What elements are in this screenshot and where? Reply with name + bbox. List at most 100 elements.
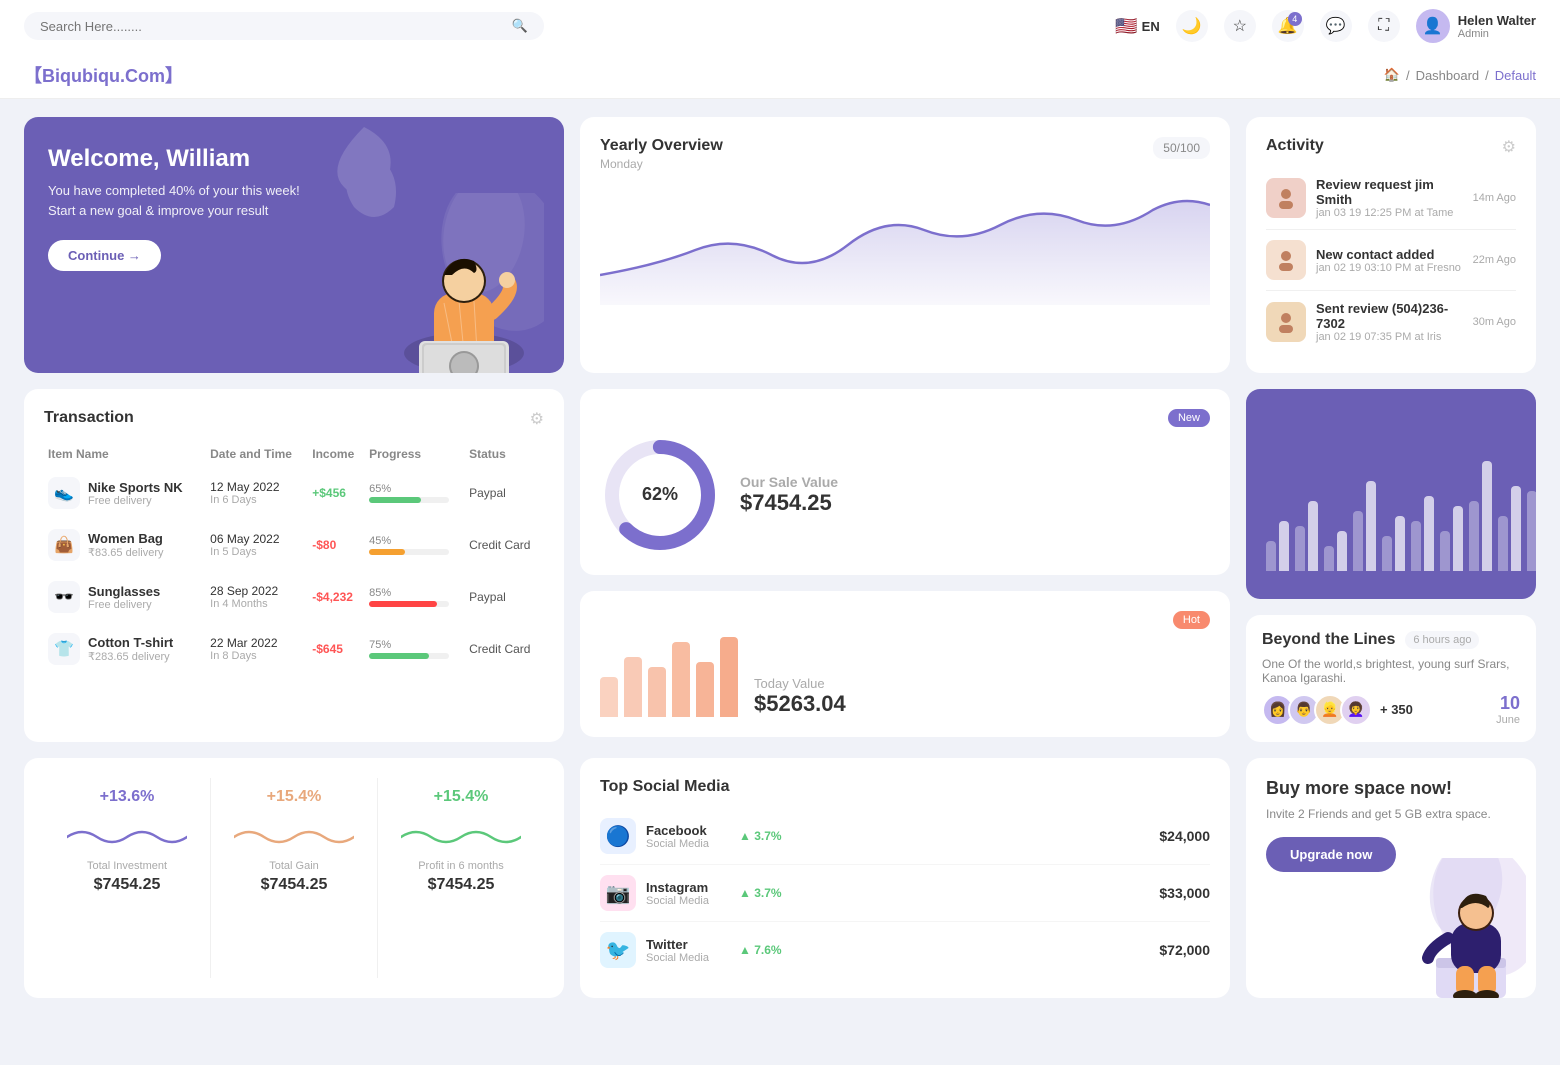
- item-date-sub: In 4 Months: [210, 598, 304, 610]
- item-date: 22 Mar 2022: [210, 636, 304, 650]
- breadcrumb-dashboard[interactable]: Dashboard: [1416, 68, 1480, 83]
- yearly-overview-card: Yearly Overview Monday 50/100: [580, 117, 1230, 373]
- progress-fill: [369, 497, 421, 503]
- social-item: 📷 Instagram Social Media ▲ 3.7% $33,000: [600, 865, 1210, 922]
- brand-logo: 【Biqubiqu.Com】: [24, 62, 183, 88]
- search-icon: 🔍: [512, 18, 528, 34]
- bar-light: [1353, 511, 1363, 571]
- stat-label: Total Gain: [269, 860, 319, 872]
- transaction-settings-icon[interactable]: ⚙: [530, 409, 544, 429]
- bar-group: [1353, 481, 1376, 571]
- language-selector[interactable]: 🇺🇸 EN: [1115, 16, 1159, 37]
- dark-mode-toggle[interactable]: 🌙: [1176, 10, 1208, 42]
- item-date: 06 May 2022: [210, 532, 304, 546]
- activity-item: Review request jim Smith jan 03 19 12:25…: [1266, 167, 1516, 230]
- table-row: 🕶️ Sunglasses Free delivery 28 Sep 2022 …: [44, 571, 544, 623]
- bar-group: [1324, 531, 1347, 571]
- mini-bar: [720, 637, 738, 717]
- welcome-subtitle: You have completed 40% of your this week…: [48, 181, 328, 220]
- stat-label: Total Investment: [87, 860, 167, 872]
- search-input[interactable]: [40, 19, 504, 34]
- fullscreen-button[interactable]: ⛶: [1368, 10, 1400, 42]
- activity-title: Activity: [1266, 137, 1324, 155]
- item-icon: 👟: [48, 477, 80, 509]
- item-income: +$456: [312, 486, 346, 500]
- bar-group: [1469, 461, 1492, 571]
- bar-light: [1469, 501, 1479, 571]
- social-name: Facebook: [646, 823, 709, 838]
- search-bar[interactable]: 🔍: [24, 12, 544, 40]
- stat-item: +15.4% Profit in 6 months $7454.25: [377, 778, 544, 978]
- progress-fill: [369, 601, 437, 607]
- item-progress-cell: 85%: [365, 571, 465, 623]
- beyond-time: 6 hours ago: [1405, 631, 1479, 649]
- item-date: 28 Sep 2022: [210, 584, 304, 598]
- user-profile[interactable]: 👤 Helen Walter Admin: [1416, 9, 1536, 43]
- plus-count: + 350: [1380, 702, 1413, 717]
- sale-value-card: New 62% Our Sale Value $7454.25: [580, 389, 1230, 575]
- avatar: 👤: [1416, 9, 1450, 43]
- stat-label: Profit in 6 months: [418, 860, 504, 872]
- bar-light: [1382, 536, 1392, 571]
- activity-settings-icon[interactable]: ⚙: [1502, 137, 1516, 157]
- today-bar-chart: [600, 637, 738, 717]
- upgrade-title: Buy more space now!: [1266, 778, 1516, 799]
- social-item: 🐦 Twitter Social Media ▲ 7.6% $72,000: [600, 922, 1210, 978]
- stat-item: +13.6% Total Investment $7454.25: [44, 778, 210, 978]
- bar-group: [1411, 496, 1434, 571]
- item-name-cell: 👜 Women Bag ₹83.65 delivery: [44, 519, 206, 571]
- home-icon[interactable]: 🏠: [1384, 67, 1400, 83]
- item-status: Credit Card: [465, 519, 544, 571]
- mini-bar: [648, 667, 666, 717]
- bar-group: [1295, 501, 1318, 571]
- bar-light: [1440, 531, 1450, 571]
- user-name: Helen Walter: [1458, 13, 1536, 28]
- notification-badge: 4: [1288, 12, 1302, 26]
- social-sub: Social Media: [646, 952, 709, 964]
- chat-button[interactable]: 💬: [1320, 10, 1352, 42]
- yearly-chart: [600, 175, 1210, 305]
- continue-button[interactable]: Continue →: [48, 240, 161, 271]
- item-name-cell: 👟 Nike Sports NK Free delivery: [44, 467, 206, 519]
- social-icon: 📷: [600, 875, 636, 911]
- item-name: Women Bag: [88, 531, 164, 546]
- hot-badge: Hot: [1173, 611, 1210, 629]
- bar-light: [1295, 526, 1305, 571]
- notification-bell[interactable]: 🔔 4: [1272, 10, 1304, 42]
- item-progress-cell: 75%: [365, 623, 465, 675]
- social-name: Instagram: [646, 880, 709, 895]
- beyond-description: One Of the world,s brightest, young surf…: [1262, 657, 1520, 685]
- new-badge: New: [1168, 409, 1210, 427]
- stat-percent: +15.4%: [434, 788, 489, 806]
- item-name: Sunglasses: [88, 584, 160, 599]
- bar-dark: [1279, 521, 1289, 571]
- activity-item: New contact added jan 02 19 03:10 PM at …: [1266, 230, 1516, 291]
- activity-thumb: [1266, 240, 1306, 280]
- item-income: -$80: [312, 538, 336, 552]
- beyond-card: Beyond the Lines 6 hours ago One Of the …: [1246, 615, 1536, 742]
- activity-list: Review request jim Smith jan 03 19 12:25…: [1266, 167, 1516, 353]
- table-header: Progress: [365, 441, 465, 467]
- progress-label: 65%: [369, 483, 461, 495]
- mini-bar: [600, 677, 618, 717]
- item-income-cell: -$80: [308, 519, 365, 571]
- progress-label: 85%: [369, 587, 461, 599]
- item-sub: ₹83.65 delivery: [88, 546, 164, 559]
- activity-text: Sent review (504)236-7302 jan 02 19 07:3…: [1316, 301, 1463, 343]
- star-button[interactable]: ☆: [1224, 10, 1256, 42]
- right-column: ↗ ⚙ 🛒 Beyond the Lines 6 hours ago One O…: [1246, 389, 1536, 742]
- stat-percent: +13.6%: [100, 788, 155, 806]
- today-value-amount: $5263.04: [754, 691, 846, 717]
- item-income-cell: -$4,232: [308, 571, 365, 623]
- activity-thumb: [1266, 302, 1306, 342]
- activity-text: New contact added jan 02 19 03:10 PM at …: [1316, 247, 1463, 274]
- item-status: Paypal: [465, 571, 544, 623]
- item-income-cell: +$456: [308, 467, 365, 519]
- item-income: -$4,232: [312, 590, 353, 604]
- table-header: Income: [308, 441, 365, 467]
- transaction-card: Transaction ⚙ Item NameDate and TimeInco…: [24, 389, 564, 742]
- bar-dark: [1337, 531, 1347, 571]
- sale-value-label: Our Sale Value: [740, 474, 838, 490]
- activity-item: Sent review (504)236-7302 jan 02 19 07:3…: [1266, 291, 1516, 353]
- social-sub: Social Media: [646, 838, 709, 850]
